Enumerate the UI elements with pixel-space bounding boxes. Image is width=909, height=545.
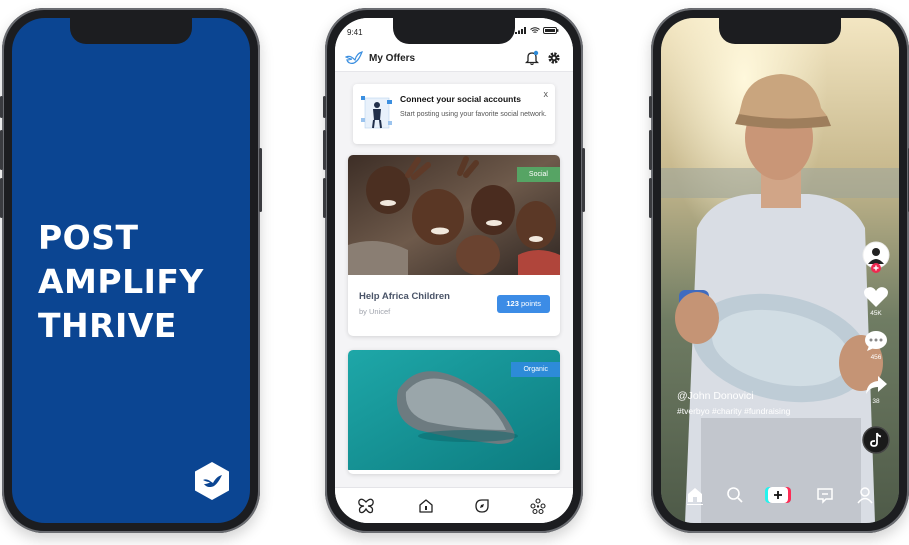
phone-splash: POST AMPLIFY THRIVE xyxy=(0,8,262,533)
offer-card[interactable]: Social Help Africa Children by Unicef 12… xyxy=(348,155,560,336)
share-button[interactable]: 38 xyxy=(861,374,891,405)
share-icon[interactable] xyxy=(864,374,888,396)
wifi-icon xyxy=(530,27,540,33)
avatar[interactable] xyxy=(861,240,891,276)
notch xyxy=(393,18,515,44)
slogan: POST AMPLIFY THRIVE xyxy=(38,216,204,348)
status-icons xyxy=(515,27,559,34)
avatar-icon[interactable] xyxy=(861,240,891,274)
dove-hexagon-icon xyxy=(195,462,229,500)
compass-icon[interactable] xyxy=(473,497,491,515)
category-tag: Organic xyxy=(511,362,560,377)
butterfly-icon[interactable] xyxy=(357,497,375,515)
connect-accounts-banner[interactable]: Connect your social accounts Start posti… xyxy=(353,84,555,144)
music-disc[interactable] xyxy=(861,426,891,456)
create-icon[interactable] xyxy=(765,485,791,505)
bell-icon[interactable] xyxy=(525,50,539,66)
banner-subtitle: Start posting using your favorite social… xyxy=(400,111,547,118)
inbox-icon[interactable] xyxy=(815,485,835,505)
dove-icon[interactable] xyxy=(345,50,363,66)
battery-icon xyxy=(543,27,559,34)
splash-screen: POST AMPLIFY THRIVE xyxy=(12,18,250,523)
offer-sponsor: by Unicef xyxy=(359,307,391,316)
share-count: 38 xyxy=(872,398,880,405)
tab-bar xyxy=(335,487,573,523)
gear-icon[interactable] xyxy=(547,50,561,66)
comment-count: 456 xyxy=(870,354,882,361)
status-time: 9:41 xyxy=(347,28,363,37)
points-button[interactable]: 123 points xyxy=(497,295,550,313)
heart-icon[interactable] xyxy=(863,286,889,308)
offers-screen: 9:41 My Offers Connect your social accou… xyxy=(335,18,573,523)
like-button[interactable]: 45K xyxy=(861,286,891,317)
notch xyxy=(70,18,192,44)
comment-button[interactable]: 456 xyxy=(861,330,891,361)
video-hashtags[interactable]: #tverbyo #charity #fundraising xyxy=(677,406,790,416)
video-screen: 45K 456 38 @John Donovici #tverbyo #char… xyxy=(661,18,899,523)
profile-icon[interactable] xyxy=(855,485,875,505)
creator-handle[interactable]: @John Donovici xyxy=(677,390,754,402)
community-icon[interactable] xyxy=(529,497,547,515)
phone-video: 45K 456 38 @John Donovici #tverbyo #char… xyxy=(649,8,909,533)
slogan-line-post: POST xyxy=(38,218,139,257)
bottom-nav xyxy=(661,471,899,523)
close-icon[interactable]: x xyxy=(544,89,549,99)
page-title: My Offers xyxy=(369,53,416,64)
slogan-line-amplify: AMPLIFY xyxy=(38,262,204,301)
device-showcase: POST AMPLIFY THRIVE 9:41 My Offers Conne… xyxy=(0,0,909,545)
social-connect-illustration xyxy=(361,96,392,129)
search-icon[interactable] xyxy=(725,485,745,505)
offer-card[interactable]: Organic xyxy=(348,350,560,474)
home-icon[interactable] xyxy=(685,485,705,505)
banner-title: Connect your social accounts xyxy=(400,94,521,104)
phone-offers: 9:41 My Offers Connect your social accou… xyxy=(323,8,585,533)
tiktok-icon[interactable] xyxy=(862,426,890,454)
points-unit: points xyxy=(520,299,541,308)
signal-icon xyxy=(515,27,526,34)
like-count: 45K xyxy=(870,310,882,317)
category-tag: Social xyxy=(516,167,560,182)
offer-title: Help Africa Children xyxy=(359,291,450,302)
home-shield-icon[interactable] xyxy=(417,497,435,515)
comment-icon[interactable] xyxy=(864,330,888,352)
points-value: 123 xyxy=(506,299,519,308)
app-header: My Offers xyxy=(335,44,573,72)
slogan-line-thrive: THRIVE xyxy=(38,306,177,345)
notch xyxy=(719,18,841,44)
